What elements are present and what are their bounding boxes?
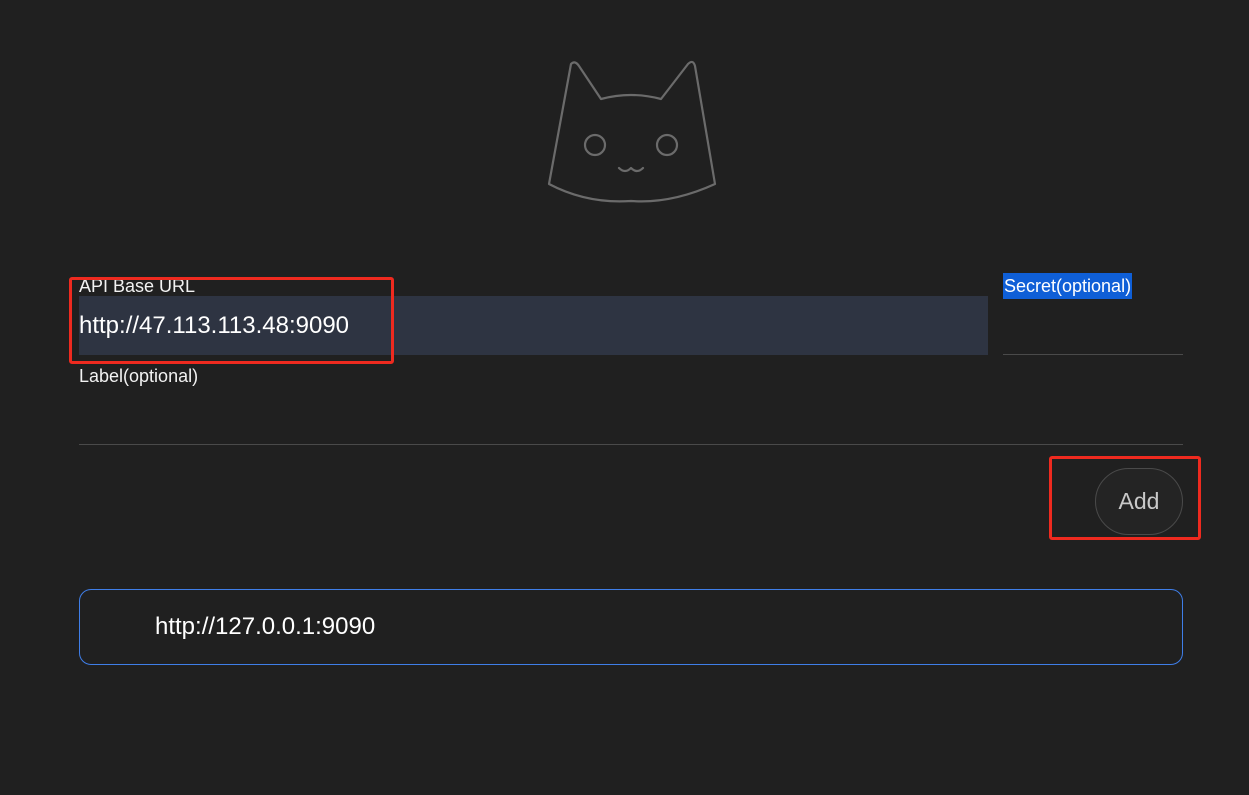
secret-label: Secret(optional) bbox=[1003, 273, 1133, 299]
backend-setup-page: API Base URL Secret(optional) Label(opti… bbox=[0, 0, 1249, 795]
backend-list-item[interactable]: http://127.0.0.1:9090 bbox=[79, 589, 1183, 665]
api-base-url-label: API Base URL bbox=[79, 276, 196, 296]
backend-url-text: http://127.0.0.1:9090 bbox=[155, 613, 376, 640]
add-button[interactable]: Add bbox=[1095, 468, 1183, 535]
cat-logo-icon bbox=[547, 60, 717, 203]
api-base-url-input[interactable] bbox=[79, 296, 988, 355]
label-input[interactable] bbox=[79, 390, 1183, 445]
secret-input[interactable] bbox=[1003, 300, 1183, 355]
label-field-label: Label(optional) bbox=[79, 366, 199, 386]
